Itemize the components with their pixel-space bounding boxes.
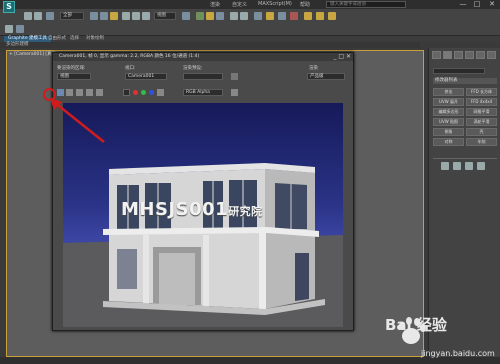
material-editor-icon[interactable] [290, 12, 298, 20]
rendered-frame-window-icon[interactable] [316, 12, 324, 20]
link-icon[interactable] [46, 12, 54, 20]
modifier-button[interactable]: 车削 [466, 138, 497, 146]
menu-item-help[interactable]: 帮助 [300, 1, 310, 8]
close-icon[interactable]: ✕ [485, 0, 499, 9]
modifier-button[interactable]: FFD 4x4x4 [466, 98, 497, 106]
polygon-modeling-label[interactable]: 多边形建模 [6, 42, 29, 48]
modifier-button[interactable]: 对称 [433, 138, 464, 146]
object-name-field[interactable] [433, 68, 485, 74]
layer-manager-icon[interactable] [254, 12, 262, 20]
modifier-button[interactable]: 倒角 [433, 128, 464, 136]
channel-toggle-icon[interactable] [123, 89, 130, 96]
rendered-3d-text: MHSJS001研究院 [121, 199, 263, 220]
select-by-name-icon[interactable] [100, 12, 108, 20]
green-channel-icon[interactable] [141, 90, 146, 95]
snap-icon[interactable] [196, 12, 204, 20]
create-tab-icon[interactable] [432, 51, 441, 59]
pivot-icon[interactable] [182, 12, 190, 20]
align-icon[interactable] [240, 12, 248, 20]
blue-channel-icon[interactable] [149, 90, 154, 95]
ribbon-subbar: 多边形建模 [0, 42, 420, 48]
modifier-button[interactable]: 编辑多边形 [433, 108, 464, 116]
viewport-label[interactable]: + [Camera001] [真实] [9, 51, 58, 57]
render-setup-icon[interactable] [231, 73, 238, 80]
app-logo-icon[interactable]: S [3, 1, 15, 13]
percent-snap-icon[interactable] [216, 12, 224, 20]
render-preset-label: 渲染预设: [183, 66, 203, 71]
render-setup-icon[interactable] [304, 12, 312, 20]
command-panel: 修改器列表 挤出 FFD 长方体 UVW 展开 FFD 4x4x4 编辑多边形 … [428, 48, 500, 357]
menu-item-customize[interactable]: 自定义 [232, 1, 247, 8]
modifier-list-dropdown[interactable]: 修改器列表 [433, 78, 497, 84]
panel-divider [433, 158, 497, 159]
angle-snap-icon[interactable] [206, 12, 214, 20]
modifier-button[interactable]: 挤出 [433, 88, 464, 96]
rectangle-selection-icon[interactable] [110, 12, 118, 20]
area-to-render-dropdown[interactable]: 视图 [57, 73, 91, 80]
show-end-result-icon[interactable] [453, 162, 461, 170]
selection-filter-dropdown[interactable]: 全部 [60, 12, 84, 20]
red-channel-icon[interactable] [133, 90, 138, 95]
render-preset-dropdown[interactable] [183, 73, 223, 80]
scale-icon[interactable] [142, 12, 150, 20]
mirror-icon[interactable] [230, 12, 238, 20]
menu-item-maxscript[interactable]: MAXScript(M) [258, 1, 292, 7]
schematic-view-icon[interactable] [278, 12, 286, 20]
display-toggle-icon[interactable] [231, 89, 238, 96]
annotation-arrow-icon [50, 98, 105, 143]
modify-tab-icon[interactable] [443, 51, 452, 59]
maximize-icon[interactable]: □ [470, 0, 484, 9]
rotate-icon[interactable] [132, 12, 140, 20]
modifier-button[interactable]: UVW 贴图 [433, 118, 464, 126]
hierarchy-tab-icon[interactable] [454, 51, 463, 59]
rendered-text-latin: MHSJS001 [121, 199, 229, 220]
render-window-controls[interactable]: _ □ ✕ [333, 53, 351, 60]
motion-tab-icon[interactable] [465, 51, 474, 59]
rendered-text-chinese: 研究院 [228, 205, 263, 218]
area-to-render-label: 要渲染的区域: [57, 66, 86, 71]
minimize-icon[interactable]: — [456, 0, 470, 9]
alpha-channel-icon[interactable] [157, 89, 164, 96]
viewport-select-label: 视口: [125, 66, 136, 71]
modifier-button[interactable]: 网格平滑 [466, 108, 497, 116]
undo-icon[interactable] [24, 12, 32, 20]
utilities-tab-icon[interactable] [487, 51, 496, 59]
search-input[interactable]: 键入关键字或短语 [326, 1, 406, 8]
move-icon[interactable] [122, 12, 130, 20]
modifier-button[interactable]: FFD 长方体 [466, 88, 497, 96]
make-unique-icon[interactable] [465, 162, 473, 170]
select-object-icon[interactable] [90, 12, 98, 20]
pin-stack-icon[interactable] [441, 162, 449, 170]
viewport-select-dropdown[interactable]: Camera001 [125, 73, 167, 80]
remove-modifier-icon[interactable] [477, 162, 485, 170]
main-toolbar: 全部 视图 [0, 9, 500, 36]
menu-item-render[interactable]: 渲染 [210, 1, 220, 8]
select-icon[interactable] [5, 25, 13, 33]
filter-icon[interactable] [16, 25, 24, 33]
title-bar: S 渲染 自定义 MAXScript(M) 帮助 键入关键字或短语 — □ ✕ [0, 0, 500, 13]
watermark-url: jingyan.baidu.com [421, 349, 495, 358]
render-window-title: Camera001, 帧 0, 显示 gamma: 2.2, RGBA 颜色 1… [53, 53, 353, 61]
redo-icon[interactable] [34, 12, 42, 20]
render-production-icon[interactable] [328, 12, 336, 20]
display-tab-icon[interactable] [476, 51, 485, 59]
curve-editor-icon[interactable] [266, 12, 274, 20]
production-dropdown[interactable]: 产品级 [307, 73, 345, 80]
modifier-button[interactable]: 壳 [466, 128, 497, 136]
modifier-button[interactable]: UVW 展开 [433, 98, 464, 106]
modifier-button[interactable]: 涡轮平滑 [466, 118, 497, 126]
reference-coordinate-dropdown[interactable]: 视图 [154, 12, 176, 20]
watermark-brand: Bai 经验 [385, 316, 447, 334]
channel-display-dropdown[interactable]: RGB Alpha [183, 89, 223, 96]
baidu-jingyan-watermark: Bai 经验 jingyan.baidu.com [381, 314, 499, 362]
render-button[interactable]: 渲染 [309, 65, 318, 71]
